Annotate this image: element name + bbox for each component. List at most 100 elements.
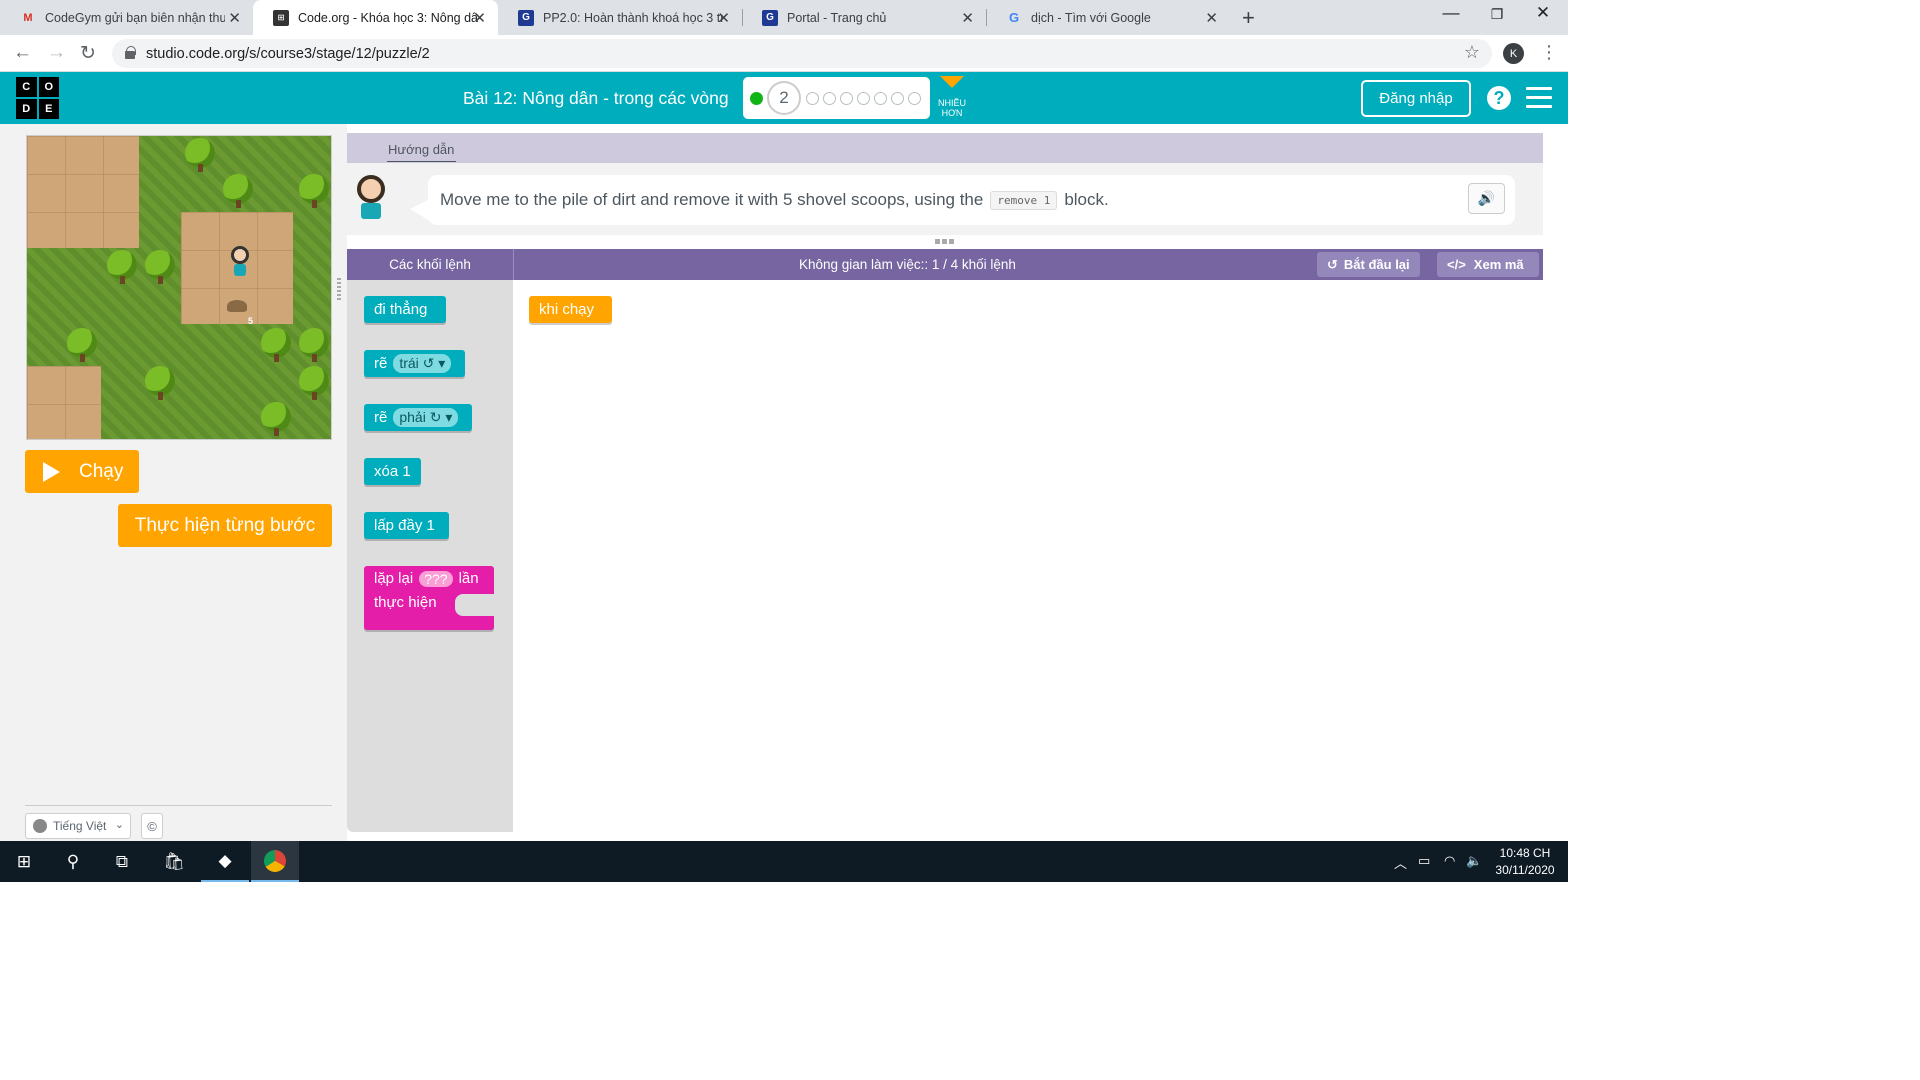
progress-dot[interactable]	[840, 91, 853, 105]
direction-dropdown[interactable]: phải ↻ ▾	[393, 408, 459, 427]
workspace-title: Không gian làm việc:: 1 / 4 khối lệnh	[799, 257, 1016, 272]
browser-tab[interactable]: G dịch - Tìm với Google ✕	[986, 0, 1230, 35]
tree-icon	[223, 174, 253, 208]
block-fill[interactable]: lấp đầy 1	[364, 512, 449, 539]
progress-dot[interactable]	[857, 91, 870, 105]
tab-title: CodeGym gửi bạn biên nhận thu	[45, 10, 225, 25]
reset-button[interactable]: ↺ Bắt đầu lại	[1317, 252, 1420, 277]
close-tab-icon[interactable]: ✕	[228, 9, 241, 27]
code-workspace[interactable]: khi chạy	[513, 280, 1543, 832]
close-tab-icon[interactable]: ✕	[961, 9, 974, 27]
instructions-panel: Hướng dẫn Move me to the pile of dirt an…	[347, 133, 1543, 235]
windows-start-icon[interactable]: ⊞	[0, 841, 48, 882]
tab-instructions[interactable]: Hướng dẫn	[387, 142, 457, 162]
restore-icon[interactable]: ❐	[1474, 6, 1520, 23]
tab-title: PP2.0: Hoàn thành khoá học 3 trê	[543, 10, 723, 25]
run-button[interactable]: Chạy	[25, 450, 139, 493]
block-label: lặp lại	[374, 570, 414, 587]
minimize-icon[interactable]: —	[1428, 3, 1474, 23]
block-label: lấp đầy 1	[374, 517, 435, 534]
logo-letter: E	[38, 99, 59, 119]
clock-time: 10:48 CH	[1499, 846, 1551, 860]
reload-icon[interactable]: ↻	[80, 42, 96, 65]
panel-resize-handle[interactable]	[337, 278, 341, 300]
step-button[interactable]: Thực hiện từng bước	[118, 504, 332, 547]
app-icon[interactable]: ◆	[201, 841, 249, 882]
close-tab-icon[interactable]: ✕	[1205, 9, 1218, 27]
volume-icon[interactable]: 🔈	[1466, 853, 1482, 869]
store-icon[interactable]: 🛍	[150, 841, 198, 882]
address-bar[interactable]: studio.code.org/s/course3/stage/12/puzzl…	[112, 39, 1492, 68]
copyright-button[interactable]: ©	[141, 813, 163, 839]
codegym-icon: G	[762, 9, 778, 26]
tree-icon	[299, 328, 329, 362]
windows-taskbar: ⊞ ⚲ ⧉ 🛍 ◆ ︿ ▭ ◠ 🔈 10:48 CH 30/11/2020	[0, 841, 1568, 882]
battery-icon[interactable]: ▭	[1418, 853, 1430, 869]
instructions-tab-bar: Hướng dẫn	[347, 133, 1543, 163]
show-code-label: Xem mã	[1473, 257, 1524, 272]
progress-dot[interactable]	[874, 91, 887, 105]
close-tab-icon[interactable]: ✕	[717, 9, 730, 27]
chrome-icon[interactable]	[251, 841, 299, 882]
block-toolbox: đi thẳng rẽ trái ↺ ▾ rẽ phải ↻ ▾ xóa 1 l…	[347, 280, 513, 832]
browser-tab-strip: M CodeGym gửi bạn biên nhận thu ✕ ⊞ Code…	[0, 0, 1568, 35]
progress-current-puzzle[interactable]: 2	[767, 81, 801, 115]
farmer-character-icon	[231, 246, 249, 276]
browser-tab-active[interactable]: ⊞ Code.org - Khóa học 3: Nông dân ✕	[253, 0, 498, 35]
progress-dot[interactable]	[806, 91, 819, 105]
close-tab-icon[interactable]: ✕	[473, 9, 486, 27]
browser-tab[interactable]: M CodeGym gửi bạn biên nhận thu ✕	[0, 0, 253, 35]
sign-in-button[interactable]: Đăng nhập	[1361, 80, 1471, 117]
chevron-down-icon: ⌄	[114, 819, 124, 831]
help-icon[interactable]: ?	[1487, 86, 1511, 110]
window-close-icon[interactable]: ✕	[1520, 3, 1566, 23]
block-turn-left[interactable]: rẽ trái ↺ ▾	[364, 350, 465, 377]
tree-icon	[67, 328, 97, 362]
language-select[interactable]: Tiếng Việt ⌄	[25, 813, 131, 839]
progress-dot[interactable]	[823, 91, 836, 105]
search-icon[interactable]: ⚲	[49, 841, 97, 882]
caret-down-icon	[940, 76, 964, 88]
wifi-icon[interactable]: ◠	[1444, 853, 1455, 869]
run-label: Chạy	[79, 460, 124, 482]
block-when-run[interactable]: khi chạy	[529, 296, 612, 323]
block-turn-right[interactable]: rẽ phải ↻ ▾	[364, 404, 472, 431]
back-icon[interactable]: ←	[13, 42, 32, 64]
bookmark-star-icon[interactable]: ☆	[1464, 42, 1480, 63]
tray-chevron-icon[interactable]: ︿	[1394, 853, 1407, 872]
progress-dot-completed[interactable]	[750, 91, 763, 105]
profile-avatar[interactable]: K	[1503, 43, 1524, 64]
show-code-button[interactable]: </> Xem mã	[1437, 252, 1539, 277]
new-tab-icon[interactable]: +	[1242, 5, 1255, 31]
block-remove[interactable]: xóa 1	[364, 458, 421, 485]
globe-icon	[33, 819, 47, 833]
instructions-resize-grip[interactable]	[935, 239, 955, 244]
forward-icon[interactable]: →	[47, 42, 66, 64]
progress-dot[interactable]	[908, 91, 921, 105]
block-label: rẽ	[374, 409, 388, 426]
tree-icon	[145, 366, 175, 400]
codegym-icon: G	[518, 9, 534, 26]
hamburger-menu-icon[interactable]	[1526, 87, 1552, 114]
workspace-header: Các khối lệnh Không gian làm việc:: 1 / …	[347, 249, 1543, 280]
gmail-icon: M	[23, 11, 33, 24]
maze-visualization: 5	[26, 135, 332, 440]
browser-menu-icon[interactable]: ⋮	[1540, 43, 1558, 61]
code-org-logo[interactable]: C O D E	[16, 77, 59, 119]
block-move-forward[interactable]: đi thẳng	[364, 296, 446, 323]
browser-tab[interactable]: G PP2.0: Hoàn thành khoá học 3 trê ✕	[498, 0, 742, 35]
block-repeat[interactable]: lặp lại ??? lần thực hiện	[364, 566, 494, 630]
lesson-title[interactable]: Bài 12: Nông dân - trong các vòng	[463, 88, 729, 109]
browser-tab[interactable]: G Portal - Trang chủ ✕	[742, 0, 986, 35]
direction-dropdown[interactable]: trái ↺ ▾	[393, 354, 452, 373]
block-label: đi thẳng	[374, 301, 428, 318]
chrome-logo	[264, 849, 286, 872]
task-view-icon[interactable]: ⧉	[98, 841, 146, 882]
taskbar-clock[interactable]: 10:48 CH 30/11/2020	[1490, 845, 1560, 879]
more-lessons-button[interactable]: NHIỀU HƠN	[935, 76, 969, 118]
text-to-speech-icon[interactable]: 🔊	[1468, 183, 1505, 214]
block-label: xóa 1	[374, 463, 411, 480]
block-label: lần	[458, 570, 479, 587]
progress-dot[interactable]	[891, 91, 904, 105]
repeat-count-field[interactable]: ???	[419, 570, 453, 587]
